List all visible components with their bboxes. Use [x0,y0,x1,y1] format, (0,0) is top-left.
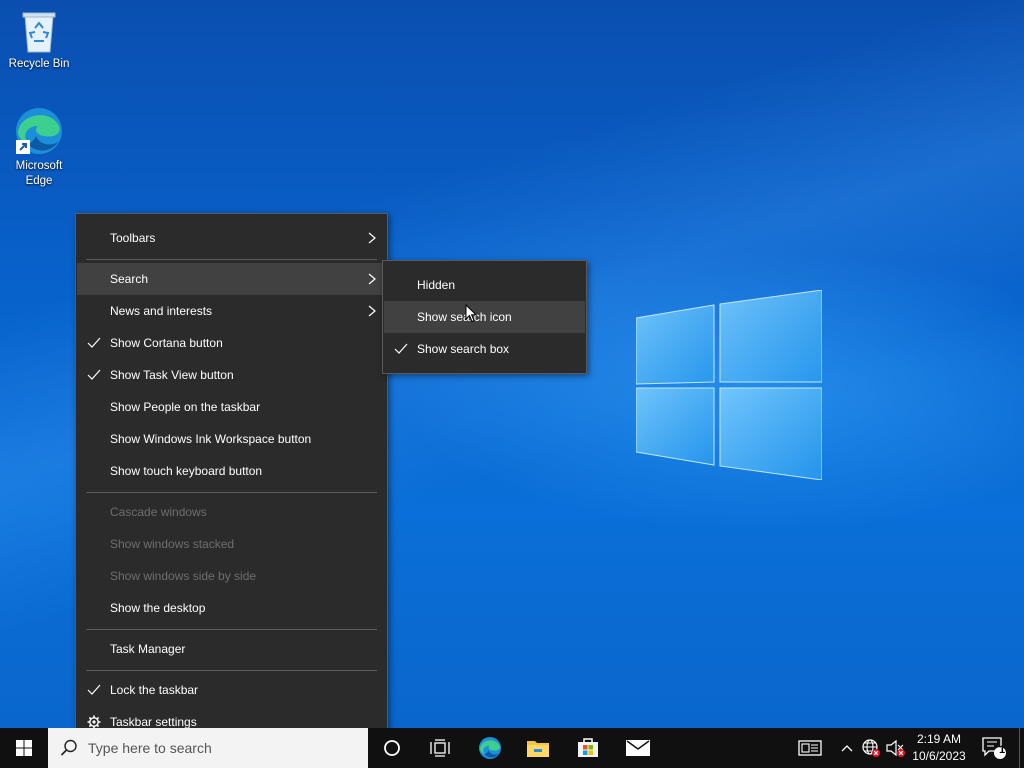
start-icon [16,740,32,756]
news-icon [798,740,822,756]
menu-item-show-cortana-button[interactable]: Show Cortana button [77,327,386,359]
mail-button[interactable] [614,728,662,768]
edge-icon [478,736,502,760]
desktop-icon-label: Microsoft Edge [15,160,63,187]
clock-date: 10/6/2023 [912,749,966,763]
menu-item-label: Hidden [417,278,456,292]
menu-item-label: Show Windows Ink Workspace button [110,432,312,446]
menu-item-cascade-windows: Cascade windows [77,496,386,528]
gear-icon [87,715,101,729]
search-placeholder: Type here to search [88,740,212,756]
submenu-item-hidden[interactable]: Hidden [384,269,585,301]
menu-separator [86,259,377,260]
network-globe-icon [862,739,880,757]
submenu-item-show-search-box[interactable]: Show search box [384,333,585,365]
checkmark-icon [87,684,101,695]
menu-item-task-manager[interactable]: Task Manager [77,633,386,665]
menu-item-label: News and interests [110,304,213,318]
chevron-right-icon [368,273,376,285]
desktop-icon-recycle-bin[interactable]: Recycle Bin [3,8,75,72]
menu-item-show-windows-stacked: Show windows stacked [77,528,386,560]
taskbar[interactable]: Type here to search 2:19 AM 10/6/2023 1 [0,728,1024,768]
menu-item-show-desktop[interactable]: Show the desktop [77,592,386,624]
checkmark-icon [394,343,408,354]
taskbar-context-menu: Toolbars Search News and interests Show … [75,213,388,746]
mail-icon [626,740,650,756]
taskbar-edge-button[interactable] [466,728,514,768]
menu-item-label: Show the desktop [110,601,206,615]
recycle-bin-icon [22,12,56,53]
submenu-item-show-search-icon[interactable]: Show search icon [384,301,585,333]
mouse-cursor-icon [465,304,477,323]
menu-item-label: Show Cortana button [110,336,223,350]
menu-item-news-and-interests[interactable]: News and interests [77,295,386,327]
menu-item-toolbars[interactable]: Toolbars [77,222,386,254]
menu-separator [86,670,377,671]
menu-item-label: Toolbars [110,231,156,245]
menu-separator [86,492,377,493]
menu-item-show-windows-side-by-side: Show windows side by side [77,560,386,592]
menu-item-show-people[interactable]: Show People on the taskbar [77,391,386,423]
search-icon [60,739,77,756]
cortana-icon [384,740,400,756]
desktop-icon-edge[interactable]: Microsoft Edge [3,106,75,189]
menu-item-lock-taskbar[interactable]: Lock the taskbar [77,674,386,706]
menu-separator [86,629,377,630]
menu-item-show-task-view-button[interactable]: Show Task View button [77,359,386,391]
windows-logo-wallpaper [636,290,822,480]
task-view-icon [430,739,450,757]
search-submenu: Hidden Show search icon Show search box [382,260,587,374]
checkmark-icon [87,337,101,348]
start-button[interactable] [0,728,48,768]
menu-item-label: Show Task View button [110,368,234,382]
desktop-icon-label: Recycle Bin [8,58,70,70]
cortana-button[interactable] [368,728,416,768]
news-and-interests-button[interactable] [792,728,828,768]
menu-item-label: Lock the taskbar [110,683,199,697]
show-desktop-button[interactable] [1019,728,1024,768]
search-box[interactable]: Type here to search [48,728,368,768]
store-button[interactable] [564,728,612,768]
edge-icon [16,108,62,154]
menu-item-label: Show windows side by side [110,569,257,583]
task-view-button[interactable] [416,728,464,768]
menu-item-label: Show People on the taskbar [110,400,261,414]
volume-muted-icon [886,739,905,757]
volume-button[interactable] [884,728,908,768]
file-explorer-icon [527,741,549,757]
menu-item-show-ink-workspace[interactable]: Show Windows Ink Workspace button [77,423,386,455]
checkmark-icon [87,369,101,380]
show-hidden-icons-button[interactable] [836,728,858,768]
chevron-right-icon [368,232,376,244]
clock-time: 2:19 AM [916,732,962,746]
clock[interactable]: 2:19 AM 10/6/2023 [908,728,970,768]
chevron-right-icon [368,305,376,317]
chevron-up-icon [841,745,853,752]
menu-item-label: Show search box [417,342,510,356]
file-explorer-button[interactable] [514,728,562,768]
network-button[interactable] [858,728,882,768]
store-icon [578,738,598,757]
menu-item-label: Cascade windows [110,505,207,519]
menu-item-label: Show touch keyboard button [110,464,263,478]
action-center-button[interactable]: 1 [974,728,1014,768]
menu-item-search[interactable]: Search [77,263,386,295]
menu-item-label: Show windows stacked [110,537,235,551]
menu-item-label: Task Manager [110,642,186,656]
menu-item-label: Search [110,272,149,286]
menu-item-show-touch-keyboard[interactable]: Show touch keyboard button [77,455,386,487]
notification-count-badge: 1 [998,744,1006,756]
